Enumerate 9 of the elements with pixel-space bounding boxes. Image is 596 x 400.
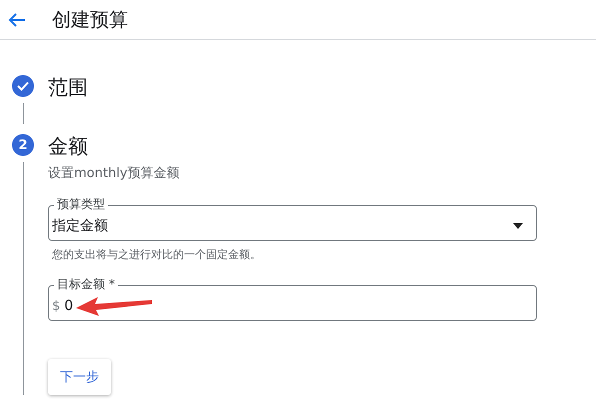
next-button[interactable]: 下一步 — [48, 359, 111, 395]
helper-text: 您的支出将与之进行对比的一个固定金额。 — [52, 247, 262, 262]
step-title: 金额 — [48, 134, 89, 158]
step-number: 2 — [12, 134, 34, 156]
step-title: 范围 — [48, 75, 89, 99]
caret-icon — [513, 223, 523, 229]
page-title: 创建预算 — [52, 8, 128, 32]
step-description: 设置monthly预算金额 — [48, 165, 180, 182]
back-arrow-icon — [8, 12, 26, 28]
